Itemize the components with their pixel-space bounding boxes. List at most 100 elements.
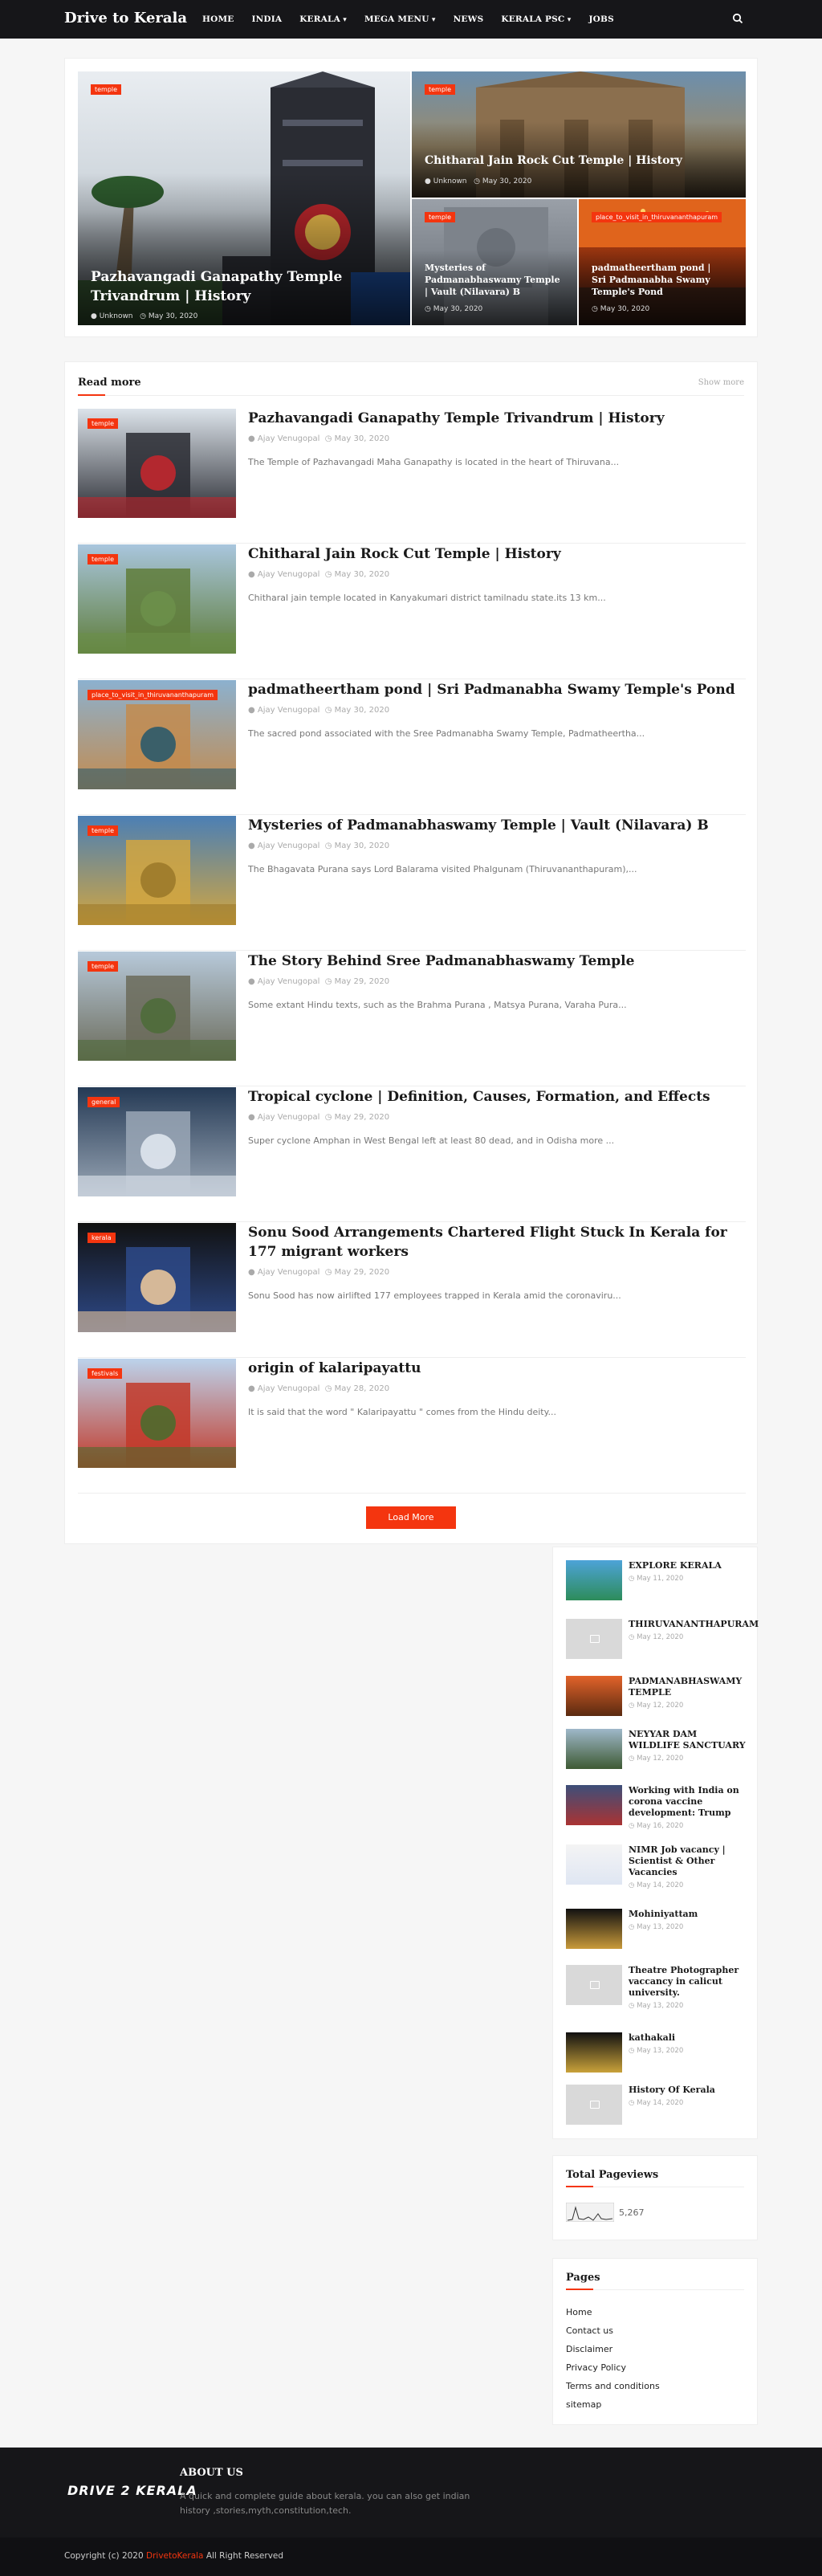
category-tag[interactable]: general (87, 1097, 120, 1107)
popular-post-thumbnail[interactable] (566, 1560, 622, 1600)
post-item[interactable]: temple The Story Behind Sree Padmanabhasw… (78, 952, 746, 1086)
post-title[interactable]: Chitharal Jain Rock Cut Temple | History (248, 544, 738, 564)
popular-post-item[interactable]: EXPLORE KERALA ◷ May 11, 2020 (566, 1560, 746, 1605)
post-thumbnail[interactable]: temple (78, 544, 236, 654)
post-item[interactable]: temple Chitharal Jain Rock Cut Temple | H… (78, 544, 746, 679)
category-tag[interactable]: festivals (87, 1368, 123, 1379)
popular-post-item[interactable]: PADMANABHASWAMY TEMPLE ◷ May 12, 2020 (566, 1676, 746, 1721)
popular-post-title[interactable]: Working with India on corona vaccine dev… (629, 1785, 746, 1819)
page-link-home[interactable]: Home (566, 2307, 592, 2317)
menu-kerala[interactable]: KERALA (299, 14, 347, 24)
popular-post-title[interactable]: kathakali (629, 2032, 746, 2044)
featured-title[interactable]: Pazhavangadi Ganapathy Temple Trivandrum… (91, 267, 364, 306)
post-title[interactable]: Mysteries of Padmanabhaswamy Temple | Va… (248, 816, 738, 835)
author-name: Unknown (433, 177, 467, 185)
featured-title[interactable]: Chitharal Jain Rock Cut Temple | History (425, 153, 730, 169)
author-name: Ajay Venugopal (257, 842, 320, 850)
popular-post-item[interactable]: NEYYAR DAM WILDLIFE SANCTUARY ◷ May 12, 2… (566, 1729, 746, 1774)
popular-post-thumbnail[interactable] (566, 2085, 622, 2125)
page-link-terms[interactable]: Terms and conditions (566, 2381, 660, 2391)
popular-post-title[interactable]: THIRUVANANTHAPURAM (629, 1619, 759, 1630)
popular-post-title[interactable]: Mohiniyattam (629, 1909, 746, 1920)
post-item[interactable]: general Tropical cyclone | Definition, Ca… (78, 1087, 746, 1222)
category-tag[interactable]: temple (87, 825, 119, 836)
post-thumbnail[interactable]: kerala (78, 1223, 236, 1332)
category-tag[interactable]: temple (87, 418, 119, 429)
post-item[interactable]: kerala Sonu Sood Arrangements Chartered F… (78, 1223, 746, 1358)
about-text: A quick and complete guide about kerala.… (180, 2491, 470, 2516)
post-thumbnail[interactable]: temple (78, 409, 236, 518)
popular-post-thumbnail[interactable] (566, 1785, 622, 1825)
post-title[interactable]: Tropical cyclone | Definition, Causes, F… (248, 1087, 738, 1107)
post-title[interactable]: Sonu Sood Arrangements Chartered Flight … (248, 1223, 738, 1262)
popular-post-thumbnail[interactable] (566, 1844, 622, 1885)
category-tag[interactable]: temple (91, 84, 122, 95)
popular-post-thumbnail[interactable] (566, 1676, 622, 1716)
page-link-sitemap[interactable]: sitemap (566, 2399, 601, 2410)
menu-kerala-psc[interactable]: KERALA PSC (501, 14, 571, 24)
post-thumbnail[interactable]: place_to_visit_in_thiruvananthapuram (78, 680, 236, 789)
post-title[interactable]: The Story Behind Sree Padmanabhaswamy Te… (248, 952, 738, 971)
post-thumbnail[interactable]: temple (78, 816, 236, 925)
user-icon: ● (248, 977, 255, 986)
category-tag[interactable]: temple (87, 961, 119, 972)
footer-logo[interactable]: DRIVE 2 KERALA (67, 2483, 197, 2498)
post-title[interactable]: origin of kalaripayattu (248, 1359, 738, 1378)
popular-post-item[interactable]: NIMR Job vacancy | Scientist & Other Vac… (566, 1844, 746, 1889)
popular-post-thumbnail[interactable] (566, 1619, 622, 1659)
featured-title[interactable]: Mysteries of Padmanabhaswamy Temple | Va… (425, 262, 561, 298)
menu-home[interactable]: HOME (202, 14, 234, 24)
page-link-privacy[interactable]: Privacy Policy (566, 2362, 626, 2373)
popular-post-item[interactable]: THIRUVANANTHAPURAM ◷ May 12, 2020 (566, 1619, 759, 1664)
popular-post-item[interactable]: kathakali ◷ May 13, 2020 (566, 2032, 746, 2077)
category-tag[interactable]: temple (87, 554, 119, 565)
post-title[interactable]: padmatheertham pond | Sri Padmanabha Swa… (248, 680, 738, 699)
popular-post-thumbnail[interactable] (566, 1965, 622, 2005)
post-excerpt: The Bhagavata Purana says Lord Balarama … (248, 864, 637, 874)
post-item[interactable]: festivals origin of kalaripayattu ● Ajay V… (78, 1359, 746, 1494)
post-title[interactable]: Pazhavangadi Ganapathy Temple Trivandrum… (248, 409, 738, 428)
page-link-disclaimer[interactable]: Disclaimer (566, 2344, 612, 2354)
clock-icon: ◷ (474, 177, 480, 185)
show-more-link[interactable]: Show more (698, 378, 744, 387)
popular-post-item[interactable]: Mohiniyattam ◷ May 13, 2020 (566, 1909, 746, 1954)
category-tag[interactable]: place_to_visit_in_thiruvananthapuram (87, 690, 218, 700)
menu-mega-menu[interactable]: MEGA MENU (364, 14, 436, 24)
popular-post-item[interactable]: Theatre Photographer vaccancy in calicut… (566, 1965, 746, 2010)
category-tag[interactable]: kerala (87, 1233, 116, 1243)
post-item[interactable]: temple Mysteries of Padmanabhaswamy Templ… (78, 816, 746, 951)
featured-third[interactable]: temple Mysteries of Padmanabhaswamy Temp… (412, 199, 577, 325)
popular-post-item[interactable]: Working with India on corona vaccine dev… (566, 1785, 746, 1830)
popular-post-title[interactable]: Theatre Photographer vaccancy in calicut… (629, 1965, 746, 1999)
featured-fourth[interactable]: place_to_visit_in_thiruvananthapuram pad… (579, 199, 746, 325)
popular-post-title[interactable]: History Of Kerala (629, 2085, 746, 2096)
popular-post-title[interactable]: EXPLORE KERALA (629, 1560, 746, 1571)
load-more-button[interactable]: Load More (366, 1506, 456, 1529)
post-thumbnail[interactable]: festivals (78, 1359, 236, 1468)
popular-post-title[interactable]: PADMANABHASWAMY TEMPLE (629, 1676, 746, 1698)
search-icon[interactable] (732, 13, 743, 24)
popular-post-title[interactable]: NIMR Job vacancy | Scientist & Other Vac… (629, 1844, 746, 1878)
menu-news[interactable]: NEWS (454, 14, 484, 24)
popular-post-item[interactable]: History Of Kerala ◷ May 14, 2020 (566, 2085, 746, 2130)
page-link-contact[interactable]: Contact us (566, 2325, 613, 2336)
category-tag[interactable]: temple (425, 84, 456, 95)
post-thumbnail[interactable]: general (78, 1087, 236, 1196)
pageviews-count: 5,267 (619, 2207, 645, 2218)
post-item[interactable]: place_to_visit_in_thiruvananthapuram padm… (78, 680, 746, 815)
category-tag[interactable]: temple (425, 212, 456, 222)
popular-post-thumbnail[interactable] (566, 1909, 622, 1949)
post-item[interactable]: temple Pazhavangadi Ganapathy Temple Triv… (78, 409, 746, 544)
popular-post-thumbnail[interactable] (566, 2032, 622, 2073)
featured-second[interactable]: temple Chitharal Jain Rock Cut Temple | … (412, 71, 746, 198)
category-tag[interactable]: place_to_visit_in_thiruvananthapuram (592, 212, 722, 222)
menu-jobs[interactable]: JOBS (589, 14, 614, 24)
post-thumbnail[interactable]: temple (78, 952, 236, 1061)
featured-title[interactable]: padmatheertham pond | Sri Padmanabha Swa… (592, 262, 728, 298)
menu-india[interactable]: INDIA (252, 14, 283, 24)
copyright-brand-link[interactable]: DrivetoKerala (146, 2551, 203, 2561)
featured-main[interactable]: temple Pazhavangadi Ganapathy Temple Tri… (78, 71, 410, 325)
popular-post-thumbnail[interactable] (566, 1729, 622, 1769)
site-brand[interactable]: Drive to Kerala (64, 10, 187, 26)
popular-post-title[interactable]: NEYYAR DAM WILDLIFE SANCTUARY (629, 1729, 746, 1751)
